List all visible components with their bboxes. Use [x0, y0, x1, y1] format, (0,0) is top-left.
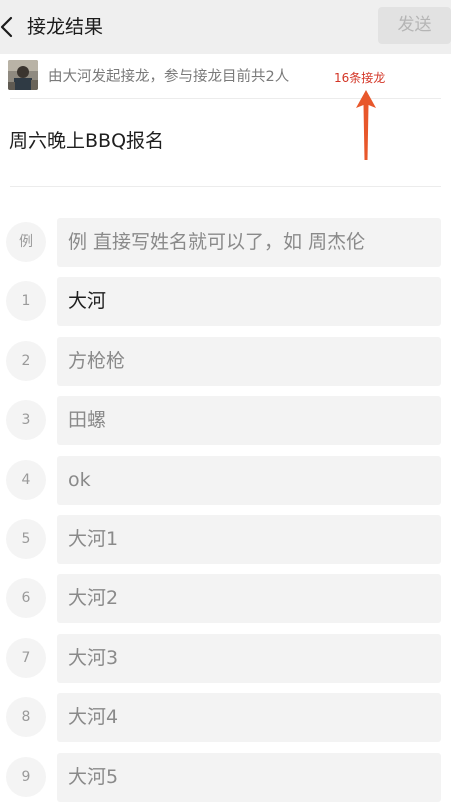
- page-title: 接龙结果: [27, 16, 104, 38]
- list-item: 1 大河: [0, 277, 451, 327]
- initiator-info-row: 由大河发起接龙，参与接龙目前共2人 16条接龙: [0, 54, 451, 98]
- list-item: 3 田螺: [0, 396, 451, 446]
- row-index: 例: [6, 222, 46, 262]
- list-item: 4 ok: [0, 455, 451, 505]
- entry-field[interactable]: 大河3: [57, 633, 441, 683]
- row-index: 5: [6, 518, 46, 559]
- entry-field[interactable]: 大河4: [57, 693, 441, 743]
- list-item: 6 大河2: [0, 574, 451, 624]
- entry-field[interactable]: 大河1: [57, 514, 441, 564]
- row-index: 8: [6, 697, 46, 738]
- list-item: 5 大河1: [0, 514, 451, 564]
- entry-list: 例 例 直接写姓名就可以了，如 周杰伦 1 大河 2 方枪枪 3 田螺 4 ok…: [0, 218, 451, 802]
- row-index: 3: [6, 400, 46, 441]
- list-item: 7 大河3: [0, 633, 451, 683]
- topic-title: 周六晚上BBQ报名: [9, 130, 165, 152]
- entry-field[interactable]: 大河: [57, 277, 441, 327]
- entry-field[interactable]: 大河2: [57, 574, 441, 624]
- divider: [10, 186, 441, 187]
- chevron-left-icon: [0, 16, 13, 38]
- top-bar: 接龙结果 发送: [0, 0, 451, 54]
- row-index: 6: [6, 578, 46, 619]
- avatar[interactable]: [8, 60, 38, 90]
- avatar-image: [8, 60, 38, 90]
- list-item: 9 大河5: [0, 752, 451, 802]
- row-index: 7: [6, 637, 46, 678]
- arrow-up-icon: [354, 88, 378, 162]
- row-index: 2: [6, 340, 46, 381]
- entry-field[interactable]: 例 直接写姓名就可以了，如 周杰伦: [57, 218, 441, 267]
- send-button[interactable]: 发送: [378, 7, 451, 44]
- entry-field[interactable]: ok: [57, 455, 441, 505]
- row-index: 4: [6, 459, 46, 500]
- row-index: 1: [6, 281, 46, 322]
- entry-count: 16条接龙: [334, 71, 386, 85]
- row-index: 9: [6, 756, 46, 797]
- jielong-result-page: 接龙结果 发送 由大河发起接龙，参与接龙目前共2人 16条接龙 周六晚上BBQ报…: [0, 0, 451, 802]
- list-item: 例 例 直接写姓名就可以了，如 周杰伦: [0, 218, 451, 267]
- list-item: 8 大河4: [0, 693, 451, 743]
- entry-field[interactable]: 方枪枪: [57, 336, 441, 386]
- list-item: 2 方枪枪: [0, 336, 451, 386]
- entry-field[interactable]: 大河5: [57, 752, 441, 802]
- initiator-text: 由大河发起接龙，参与接龙目前共2人: [48, 69, 290, 85]
- back-button[interactable]: [0, 12, 22, 42]
- entry-field[interactable]: 田螺: [57, 396, 441, 446]
